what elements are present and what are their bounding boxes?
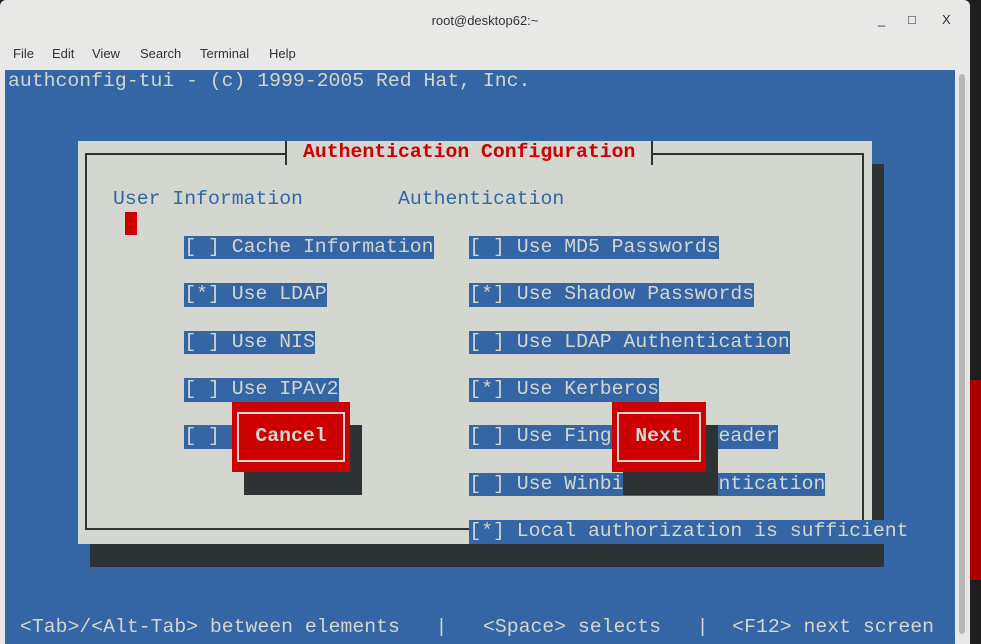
close-button[interactable]: X [942, 12, 951, 27]
menu-edit[interactable]: Edit [52, 46, 74, 61]
dialog-title-box: Authentication Configuration [285, 141, 653, 165]
checkbox-use-shadow-passwords[interactable]: [*] Use Shadow Passwords [469, 283, 755, 307]
auth-dialog: Authentication Configuration User Inform… [78, 141, 909, 544]
checkbox-use-nis[interactable]: [ ] Use NIS [184, 330, 315, 355]
maximize-button[interactable]: □ [908, 12, 916, 27]
terminal-area[interactable]: authconfig-tui - (c) 1999-2005 Red Hat, … [5, 70, 955, 644]
dialog-title: Authentication Configuration [303, 141, 636, 163]
scrollbar[interactable] [955, 70, 969, 644]
next-button-label: Next [635, 425, 683, 447]
authentication-heading: Authentication [398, 188, 565, 210]
text-cursor [125, 212, 137, 235]
menu-terminal[interactable]: Terminal [200, 46, 249, 61]
window-title: root@desktop62:~ [431, 13, 539, 28]
menu-help[interactable]: Help [269, 46, 296, 61]
minimize-button[interactable]: _ [878, 12, 885, 27]
checkbox-use-ipav2[interactable]: [ ] Use IPAv2 [184, 377, 339, 402]
cancel-button-label: Cancel [255, 425, 327, 447]
checkbox-cache-information[interactable]: [ ] Cache Information [184, 235, 434, 260]
scrollbar-thumb[interactable] [959, 74, 965, 634]
checkbox-use-kerberos[interactable]: [*] Use Kerberos [469, 377, 660, 402]
terminal-header: authconfig-tui - (c) 1999-2005 Red Hat, … [8, 70, 531, 92]
cancel-button[interactable]: Cancel [232, 402, 350, 472]
checkbox-use-ldap-authentication[interactable]: [ ] Use LDAP Authentication [469, 330, 790, 355]
checkbox-use-md5-passwords[interactable]: [ ] Use MD5 Passwords [469, 235, 719, 260]
next-button[interactable]: Next [612, 402, 706, 472]
menu-view[interactable]: View [92, 46, 120, 61]
checkbox-use-ldap[interactable]: [*] Use LDAP [184, 283, 327, 307]
user-info-heading: User Information [113, 188, 303, 210]
status-bar: <Tab>/<Alt-Tab> between elements | <Spac… [20, 616, 935, 638]
menu-search[interactable]: Search [140, 46, 181, 61]
checkbox-local-authorization-sufficient[interactable]: [*] Local authorization is sufficient [469, 520, 909, 544]
menu-file[interactable]: File [13, 46, 34, 61]
authentication-list: [ ] Use MD5 Passwords [*] Use Shadow Pas… [398, 212, 909, 568]
